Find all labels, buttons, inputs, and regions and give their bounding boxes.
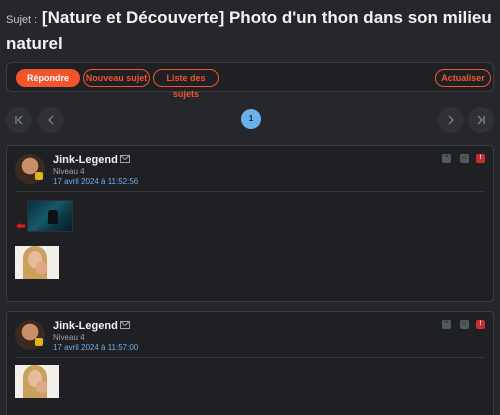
first-page-button[interactable]	[6, 107, 32, 133]
report-icon[interactable]: !	[476, 154, 485, 163]
post-date[interactable]: 17 avril 2024 à 11:52:56	[53, 177, 138, 186]
chevron-right-icon	[448, 115, 455, 125]
post-divider	[15, 357, 485, 358]
reaction-icon[interactable]: ☺	[460, 154, 469, 163]
topic-title: [Nature et Découverte] Photo d'un thon d…	[6, 8, 492, 53]
next-page-button[interactable]	[438, 107, 464, 133]
post-author-rank: Niveau 4	[53, 333, 85, 342]
post-author[interactable]: Jink-Legend	[53, 154, 118, 166]
embedded-image[interactable]	[15, 246, 59, 279]
badge-icon	[35, 172, 43, 180]
post: Jink-Legend Niveau 4 17 avril 2024 à 11:…	[6, 145, 494, 302]
topic-header: Sujet : [Nature et Découverte] Photo d'u…	[6, 6, 494, 55]
mail-icon[interactable]	[120, 155, 130, 163]
reaction-icon[interactable]: ☺	[460, 320, 469, 329]
post-author[interactable]: Jink-Legend	[53, 320, 118, 332]
first-page-icon	[15, 115, 23, 125]
report-icon[interactable]: !	[476, 320, 485, 329]
arrow-icon	[16, 223, 25, 229]
topic-title-line: Sujet : [Nature et Découverte] Photo d'u…	[6, 6, 494, 55]
chevron-left-icon	[47, 115, 54, 125]
post-author-rank: Niveau 4	[53, 167, 85, 176]
post-divider	[15, 191, 485, 192]
post: Jink-Legend Niveau 4 17 avril 2024 à 11:…	[6, 311, 494, 415]
topic-prefix: Sujet :	[6, 14, 38, 26]
new-topic-button[interactable]: Nouveau sujet	[83, 69, 150, 87]
refresh-button[interactable]: Actualiser	[435, 69, 491, 87]
topic-toolbar: Répondre Nouveau sujet Liste des sujets …	[6, 62, 494, 99]
last-page-button[interactable]	[468, 107, 494, 133]
embedded-image[interactable]	[15, 365, 59, 398]
last-page-icon	[477, 115, 485, 125]
quote-icon[interactable]: ❝	[442, 320, 451, 329]
badge-icon	[35, 338, 43, 346]
quote-icon[interactable]: ❝	[442, 154, 451, 163]
post-date[interactable]: 17 avril 2024 à 11:57:00	[53, 343, 138, 352]
mail-icon[interactable]	[120, 321, 130, 329]
topic-list-button[interactable]: Liste des sujets	[153, 69, 219, 99]
prev-page-button[interactable]	[38, 107, 64, 133]
current-page[interactable]: 1	[241, 109, 261, 129]
video-thumbnail[interactable]	[27, 200, 73, 232]
reply-button[interactable]: Répondre	[16, 69, 80, 87]
